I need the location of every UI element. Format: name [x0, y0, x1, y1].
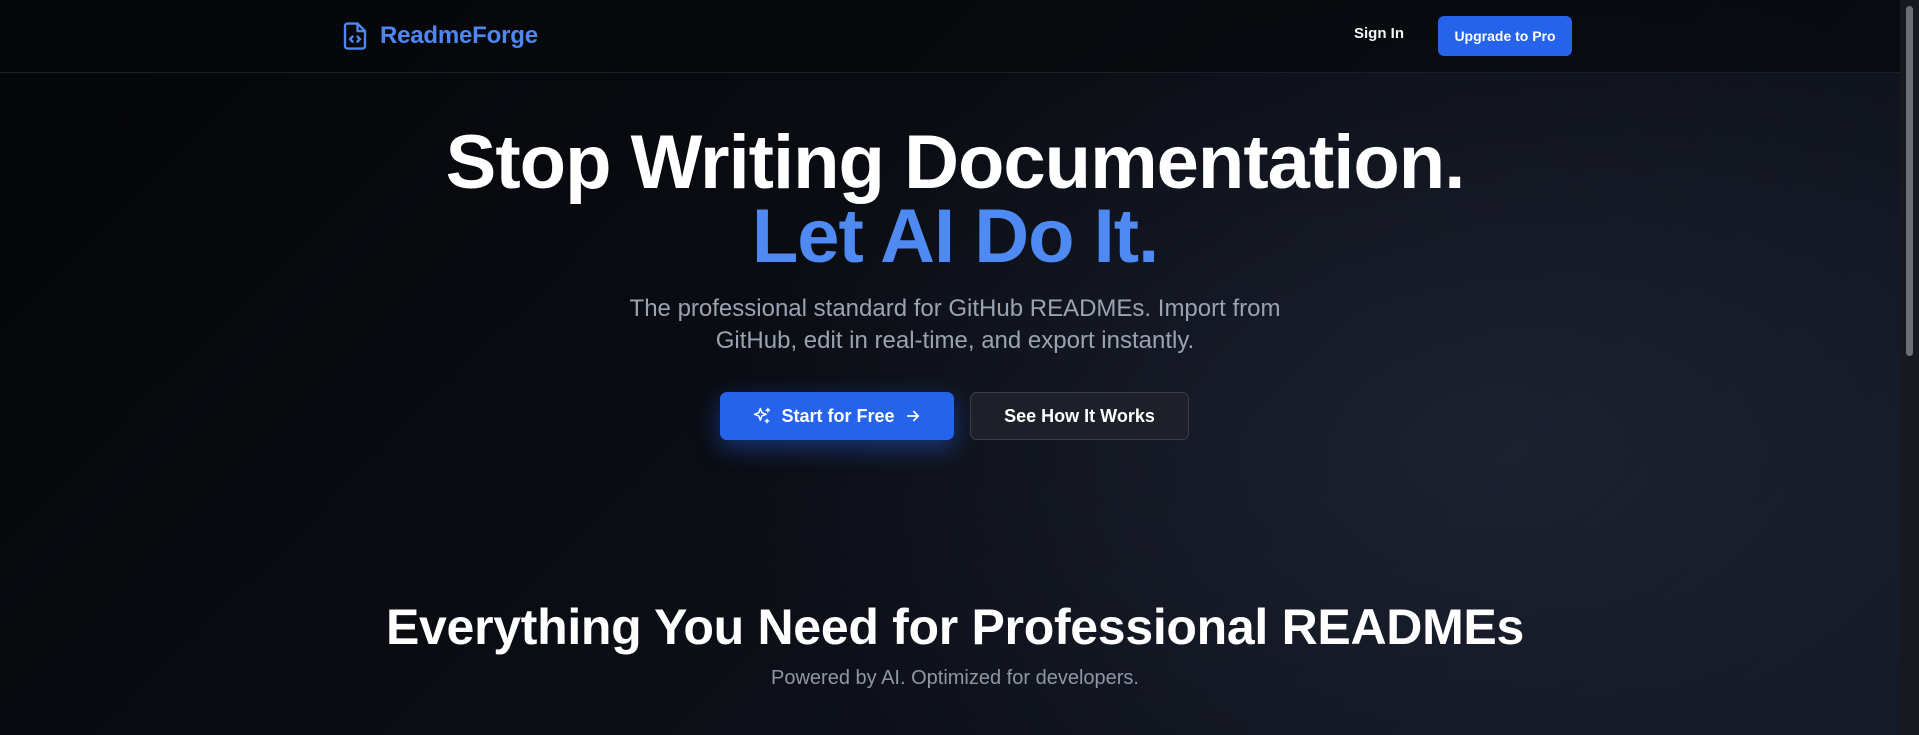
file-code-icon — [343, 22, 367, 50]
features-heading: Everything You Need for Professional REA… — [386, 599, 1524, 655]
sign-in-link[interactable]: Sign In — [1354, 25, 1404, 42]
upgrade-to-pro-button[interactable]: Upgrade to Pro — [1438, 16, 1572, 56]
see-how-it-works-button[interactable]: See How It Works — [970, 392, 1189, 440]
brand-name: ReadmeForge — [380, 22, 538, 49]
start-for-free-button[interactable]: Start for Free — [720, 392, 954, 440]
sparkles-icon — [754, 407, 771, 424]
landing-page: ReadmeForge Sign In Upgrade to Pro Stop … — [0, 0, 1919, 735]
hero-subtitle: The professional standard for GitHub REA… — [629, 295, 1281, 354]
brand-logo-link[interactable]: ReadmeForge — [340, 20, 538, 52]
vertical-scrollbar-thumb[interactable] — [1906, 6, 1913, 356]
features-subheading: Powered by AI. Optimized for developers. — [771, 667, 1139, 689]
start-for-free-label: Start for Free — [781, 405, 895, 426]
top-navbar: ReadmeForge Sign In Upgrade to Pro — [0, 0, 1900, 73]
see-how-it-works-label: See How It Works — [1004, 405, 1155, 426]
hero-headline-accent: Let AI Do It. — [751, 194, 1159, 279]
arrow-right-icon — [906, 410, 919, 422]
